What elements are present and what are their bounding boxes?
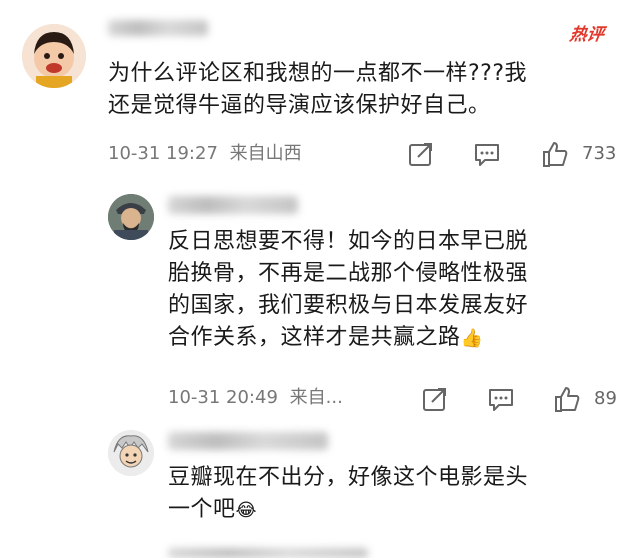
like-count: 733 [582, 143, 617, 164]
laughing-emoji: 😂 [235, 500, 258, 521]
user-avatar-icon [108, 194, 154, 240]
username-blurred[interactable] [168, 432, 328, 450]
comment-meta: 10-31 20:49 来自... [168, 386, 343, 410]
share-icon[interactable] [406, 139, 436, 169]
next-row-blurred [168, 548, 368, 558]
like-count: 89 [594, 388, 617, 409]
comment-date: 10-31 20:49 [168, 387, 278, 408]
thumbs-up-emoji: 👍 [460, 328, 484, 349]
comment-icon[interactable] [486, 384, 516, 414]
comment-text: 反日思想要不得！如今的日本早已脱 胎换骨，不再是二战那个侵略性极强 的国家，我们… [168, 229, 529, 350]
avatar[interactable] [108, 194, 154, 240]
hot-comment-badge: 热评 [568, 25, 606, 45]
comment-text: 豆瓣现在不出分，好像这个电影是头 一个吧😂 [168, 465, 529, 522]
comment-text: 为什么评论区和我想的一点都不一样???我 还是觉得牛逼的导演应该保护好自己。 [108, 61, 528, 118]
comment-meta: 10-31 19:27 来自山西 [108, 142, 302, 166]
thumbs-up-icon[interactable] [540, 139, 570, 169]
avatar[interactable] [22, 24, 86, 88]
comment-location: 来自... [289, 387, 343, 408]
user-avatar-icon [22, 24, 86, 88]
username-blurred[interactable] [108, 20, 208, 36]
thumbs-up-icon[interactable] [552, 384, 582, 414]
comment-date: 10-31 19:27 [108, 143, 218, 164]
user-avatar-icon [108, 430, 154, 476]
comment-icon[interactable] [472, 139, 502, 169]
username-blurred[interactable] [168, 196, 298, 214]
avatar[interactable] [108, 430, 154, 476]
share-icon[interactable] [420, 384, 450, 414]
comment-location: 来自山西 [229, 143, 302, 164]
